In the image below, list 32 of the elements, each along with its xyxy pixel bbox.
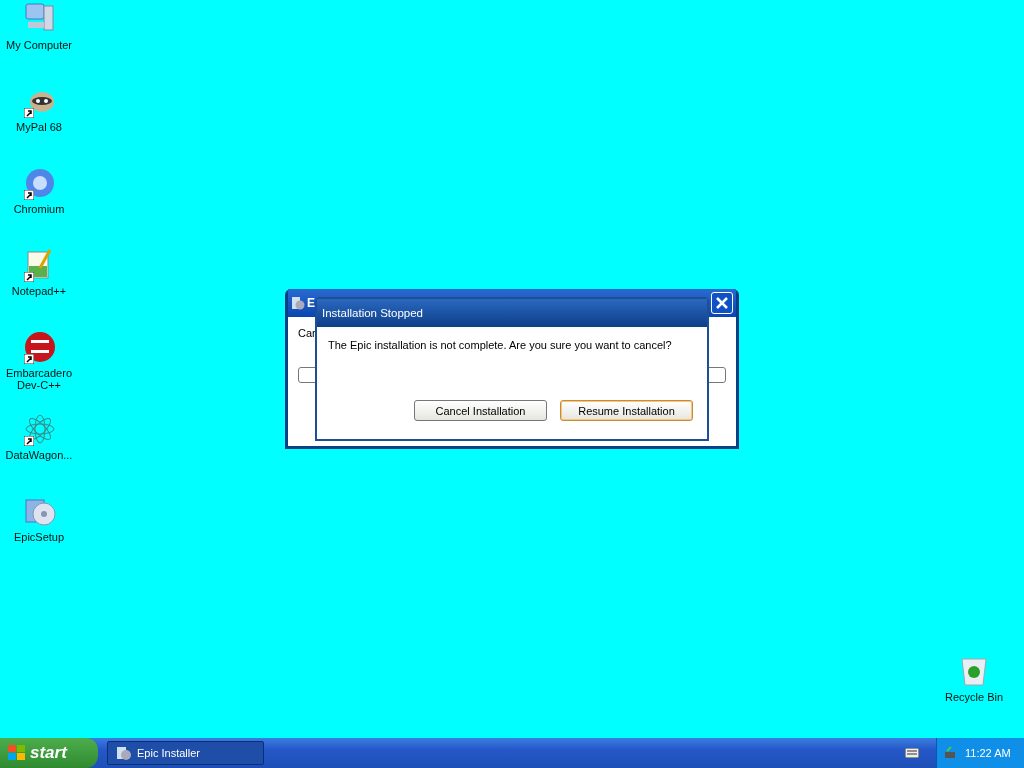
- flower-icon[interactable]: [22, 412, 56, 446]
- close-button[interactable]: [711, 292, 733, 314]
- recycle-bin-icon[interactable]: [959, 655, 989, 687]
- dialog-message: The Epic installation is not complete. Are you sure you want to cancel?: [328, 339, 673, 351]
- shortcut-arrow-icon: [24, 108, 34, 118]
- icon-label: EpicSetup: [12, 531, 66, 543]
- close-icon: [716, 297, 728, 309]
- shortcut-arrow-icon: [24, 190, 34, 200]
- clock: 11:22 AM: [965, 747, 1011, 759]
- setup-disc-icon: [291, 295, 305, 311]
- shortcut-arrow-icon: [24, 272, 34, 282]
- keyboard-icon[interactable]: [905, 748, 919, 758]
- taskbar-button[interactable]: Epic Installer: [107, 741, 264, 765]
- icon-label: Chromium: [12, 203, 66, 215]
- dialog-title: Installation Stopped: [322, 307, 424, 319]
- icon-label: Embarcadero Dev-C++: [4, 367, 73, 391]
- icon-label: MyPal 68: [15, 121, 63, 133]
- window-title: E: [307, 296, 315, 310]
- dialog-button[interactable]: Resume Installation: [560, 400, 693, 421]
- status-text: Car: [298, 327, 317, 339]
- dev-logo-icon[interactable]: [22, 330, 56, 364]
- start-button[interactable]: start: [0, 738, 98, 768]
- setup-disc-icon: [116, 745, 132, 761]
- network-icon[interactable]: [943, 746, 957, 760]
- icon-label: My Computer: [5, 39, 73, 51]
- icon-label: DataWagon...: [4, 449, 74, 461]
- icon-label: Recycle Bin: [943, 691, 1005, 703]
- icon-label: Notepad++: [10, 285, 68, 297]
- shortcut-arrow-icon: [24, 436, 34, 446]
- flag-logo-icon: [8, 745, 26, 761]
- dialog-button[interactable]: Cancel Installation: [414, 400, 547, 421]
- shortcut-arrow-icon: [24, 354, 34, 364]
